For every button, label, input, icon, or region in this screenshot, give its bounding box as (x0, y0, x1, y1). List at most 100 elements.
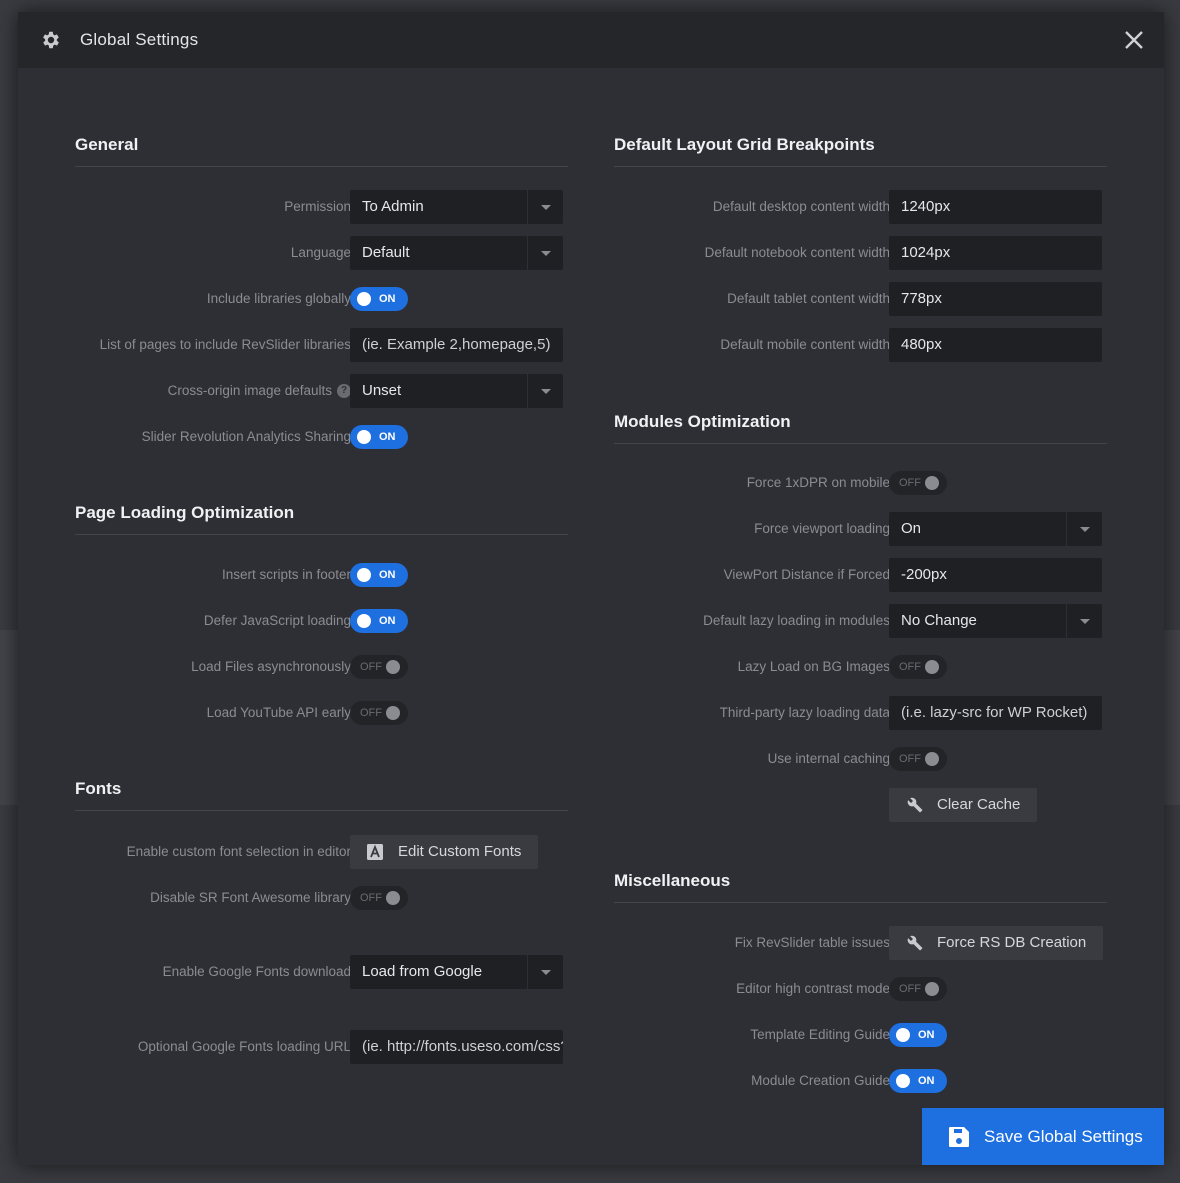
internal-caching-label: Use internal caching (767, 751, 890, 766)
row-mobile-width: Default mobile content width 480px (614, 328, 1107, 362)
permission-value: To Admin (362, 198, 424, 215)
analytics-label: Slider Revolution Analytics Sharing (141, 429, 351, 444)
section-title-fonts: Fonts (75, 779, 568, 811)
toggle-knob (925, 982, 939, 996)
row-language: Language Default (75, 236, 568, 270)
viewport-distance-input[interactable]: -200px (889, 558, 1102, 592)
lazy-bg-toggle[interactable]: OFF (889, 655, 947, 679)
notebook-width-input[interactable]: 1024px (889, 236, 1102, 270)
include-libraries-toggle[interactable]: ON (350, 287, 408, 311)
force-viewport-select[interactable]: On (889, 512, 1102, 546)
scripts-footer-label: Insert scripts in footer (221, 567, 351, 582)
row-third-party: Third-party lazy loading data (i.e. lazy… (614, 696, 1107, 730)
toggle-knob (896, 1028, 910, 1042)
row-force-dpr: Force 1xDPR on mobile OFF (614, 466, 1107, 500)
row-cross-origin: Cross-origin image defaults ? Unset (75, 374, 568, 408)
wrench-icon (907, 797, 923, 813)
row-analytics: Slider Revolution Analytics Sharing ON (75, 420, 568, 454)
edit-custom-fonts-button[interactable]: Edit Custom Fonts (350, 835, 539, 869)
toggle-state: ON (379, 569, 396, 581)
desktop-width-input[interactable]: 1240px (889, 190, 1102, 224)
row-scripts-footer: Insert scripts in footer ON (75, 558, 568, 592)
toggle-knob (357, 614, 371, 628)
youtube-api-label: Load YouTube API early (206, 705, 351, 720)
defer-js-toggle[interactable]: ON (350, 609, 408, 633)
toggle-knob (925, 752, 939, 766)
toggle-state: ON (918, 1075, 935, 1087)
close-icon[interactable] (1122, 28, 1146, 52)
clear-cache-label: Clear Cache (937, 796, 1021, 813)
toggle-knob (357, 568, 371, 582)
language-label: Language (290, 245, 351, 260)
tablet-width-input[interactable]: 778px (889, 282, 1102, 316)
google-url-input[interactable]: (ie. http://fonts.useso.com/css?family (350, 1030, 563, 1064)
row-include-libraries: Include libraries globally ON (75, 282, 568, 316)
google-download-value: Load from Google (362, 963, 483, 980)
row-desktop-width: Default desktop content width 1240px (614, 190, 1107, 224)
chevron-down-icon[interactable] (1066, 512, 1102, 546)
save-global-settings-button[interactable]: Save Global Settings (922, 1108, 1164, 1165)
toggle-knob (925, 660, 939, 674)
toggle-state: OFF (360, 661, 382, 673)
lazy-loading-select[interactable]: No Change (889, 604, 1102, 638)
row-high-contrast: Editor high contrast mode OFF (614, 972, 1107, 1006)
force-viewport-label: Force viewport loading (754, 521, 890, 536)
lazy-bg-label: Lazy Load on BG Images (737, 659, 890, 674)
language-value: Default (362, 244, 410, 261)
floppy-disk-icon (949, 1127, 969, 1147)
defer-js-label: Defer JavaScript loading (203, 613, 351, 628)
toggle-knob (357, 292, 371, 306)
toggle-state: ON (379, 615, 396, 627)
row-tablet-width: Default tablet content width 778px (614, 282, 1107, 316)
google-download-select[interactable]: Load from Google (350, 955, 563, 989)
mobile-width-input[interactable]: 480px (889, 328, 1102, 362)
clear-cache-button[interactable]: Clear Cache (889, 788, 1038, 822)
force-viewport-value: On (901, 520, 922, 537)
font-awesome-toggle[interactable]: OFF (350, 886, 408, 910)
row-google-url: Optional Google Fonts loading URL (ie. h… (75, 1030, 568, 1064)
row-internal-caching: Use internal caching OFF (614, 742, 1107, 776)
force-dpr-toggle[interactable]: OFF (889, 471, 947, 495)
section-title-grid: Default Layout Grid Breakpoints (614, 135, 1107, 167)
async-files-toggle[interactable]: OFF (350, 655, 408, 679)
help-icon[interactable]: ? (337, 384, 351, 398)
toggle-state: OFF (899, 983, 921, 995)
row-module-guide: Module Creation Guide ON (614, 1064, 1107, 1098)
force-db-creation-button[interactable]: Force RS DB Creation (889, 926, 1104, 960)
high-contrast-toggle[interactable]: OFF (889, 977, 947, 1001)
language-select[interactable]: Default (350, 236, 563, 270)
toggle-state: OFF (899, 753, 921, 765)
cross-origin-select[interactable]: Unset (350, 374, 563, 408)
row-font-awesome: Disable SR Font Awesome library OFF (75, 881, 568, 915)
row-clear-cache: Clear Cache (614, 788, 1107, 822)
google-download-label: Enable Google Fonts download (162, 964, 351, 979)
internal-caching-toggle[interactable]: OFF (889, 747, 947, 771)
chevron-down-icon[interactable] (527, 190, 563, 224)
chevron-down-icon[interactable] (527, 955, 563, 989)
third-party-input[interactable]: (i.e. lazy-src for WP Rocket) (889, 696, 1102, 730)
module-guide-toggle[interactable]: ON (889, 1069, 947, 1093)
toggle-state: OFF (899, 661, 921, 673)
global-settings-modal: Global Settings General Permission To Ad… (18, 12, 1164, 1165)
gear-icon (43, 31, 59, 49)
toggle-knob (357, 430, 371, 444)
template-guide-toggle[interactable]: ON (889, 1023, 947, 1047)
chevron-down-icon[interactable] (527, 236, 563, 270)
permission-select[interactable]: To Admin (350, 190, 563, 224)
row-force-viewport: Force viewport loading On (614, 512, 1107, 546)
row-lazy-loading: Default lazy loading in modules No Chang… (614, 604, 1107, 638)
chevron-down-icon[interactable] (1066, 604, 1102, 638)
pages-list-input[interactable]: (ie. Example 2,homepage,5) (350, 328, 563, 362)
row-notebook-width: Default notebook content width 1024px (614, 236, 1107, 270)
third-party-label: Third-party lazy loading data (719, 705, 890, 720)
row-defer-js: Defer JavaScript loading ON (75, 604, 568, 638)
row-permission: Permission To Admin (75, 190, 568, 224)
scripts-footer-toggle[interactable]: ON (350, 563, 408, 587)
chevron-down-icon[interactable] (527, 374, 563, 408)
template-guide-label: Template Editing Guide (750, 1027, 890, 1042)
font-icon (367, 844, 383, 860)
analytics-toggle[interactable]: ON (350, 425, 408, 449)
youtube-api-toggle[interactable]: OFF (350, 701, 408, 725)
font-awesome-label: Disable SR Font Awesome library (150, 890, 351, 905)
modal-title: Global Settings (80, 30, 199, 49)
